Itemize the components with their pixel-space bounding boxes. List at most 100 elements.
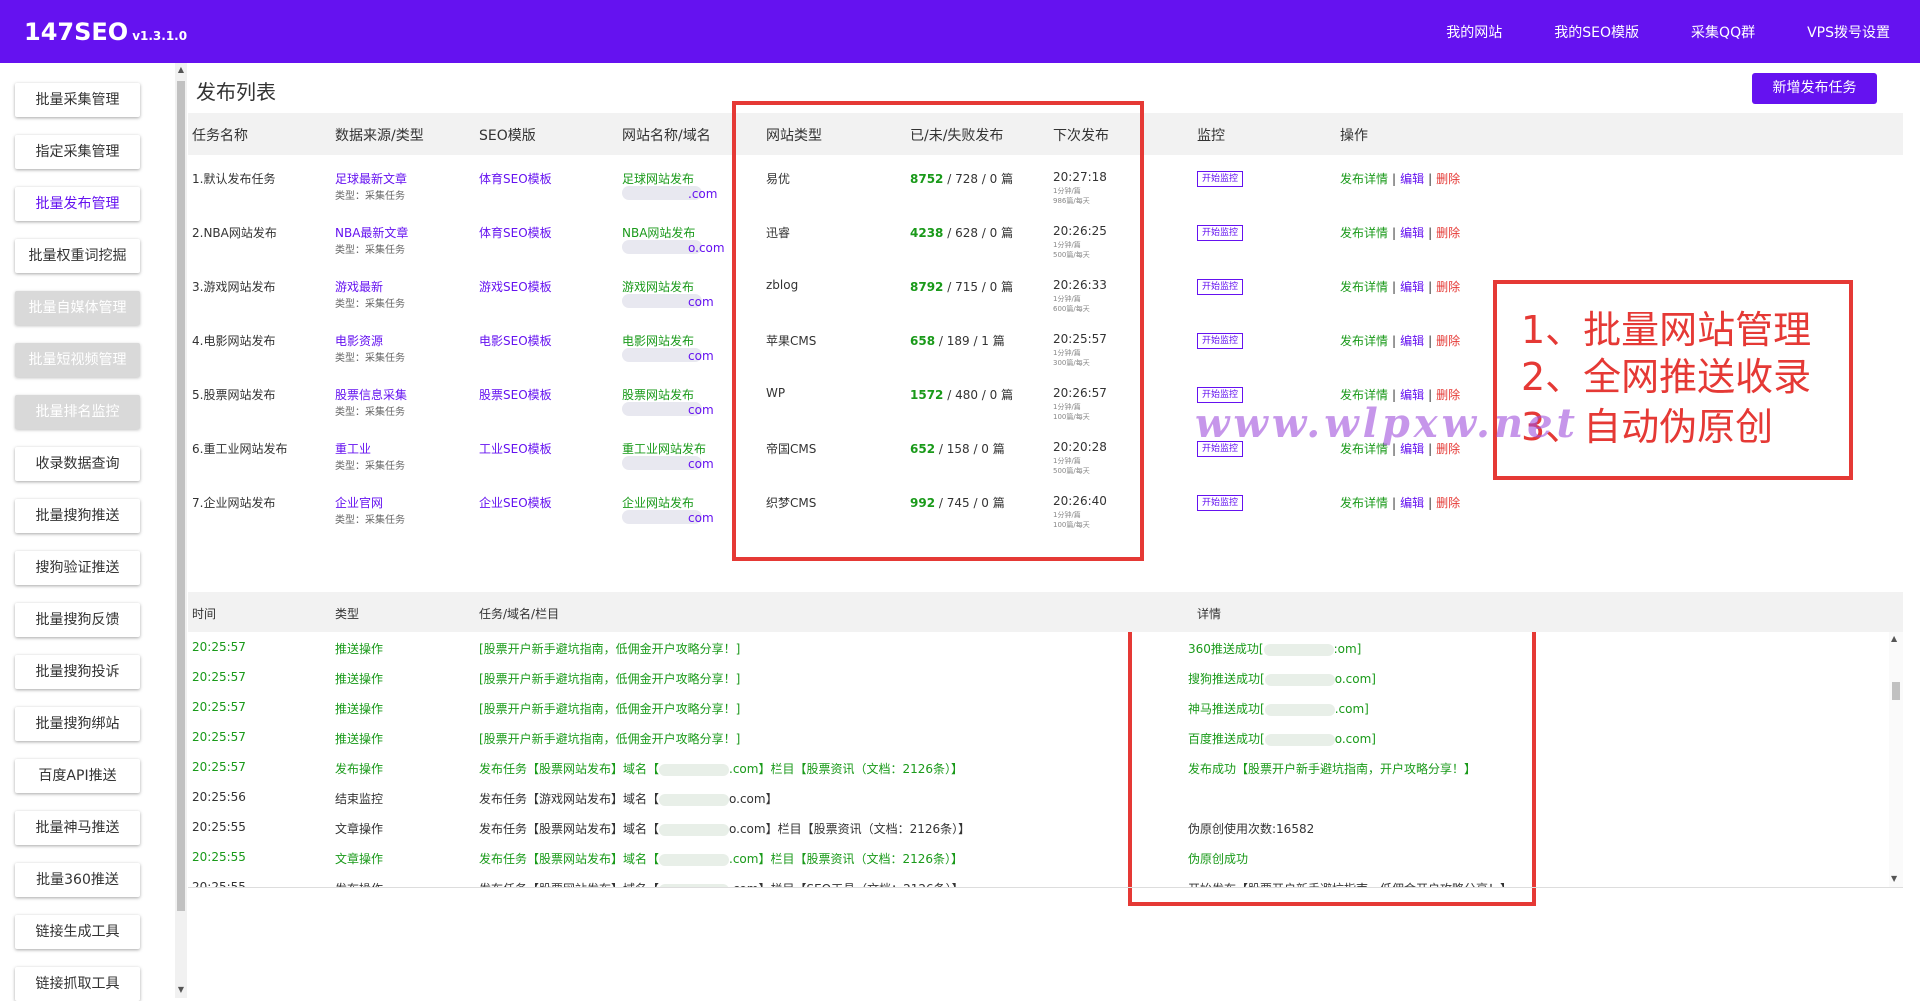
seo-template-link[interactable]: 体育SEO模板 xyxy=(479,224,552,241)
sidebar-item-10[interactable]: 批量搜狗反馈 xyxy=(15,603,140,637)
source-link[interactable]: 重工业 xyxy=(335,440,371,457)
source-link[interactable]: 电影资源 xyxy=(335,332,383,349)
col-actions: 操作 xyxy=(1340,128,1368,144)
sidebar-item-2[interactable]: 批量发布管理 xyxy=(15,187,140,221)
site-name-link[interactable]: 电影网站发布 xyxy=(622,332,694,349)
sidebar-item-15[interactable]: 批量360推送 xyxy=(15,863,140,897)
sidebar-item-8[interactable]: 批量搜狗推送 xyxy=(15,499,140,533)
sidebar-item-1[interactable]: 指定采集管理 xyxy=(15,135,140,169)
edit-link[interactable]: 编辑 xyxy=(1400,496,1424,510)
sidebar-item-6: 批量排名监控 xyxy=(15,395,140,429)
log-task-cell: 发布任务【股票网站发布】域名【 .com】栏目【股票资讯（文档：2126条）】 xyxy=(479,760,963,777)
log-scroll-up-icon[interactable]: ▲ xyxy=(1891,634,1897,643)
scroll-down-icon[interactable]: ▼ xyxy=(176,985,186,994)
nav-qq-group[interactable]: 采集QQ群 xyxy=(1691,22,1755,42)
site-domain[interactable]: com xyxy=(688,349,714,363)
log-time: 20:25:57 xyxy=(192,670,246,684)
edit-link[interactable]: 编辑 xyxy=(1400,334,1424,348)
feature-text-2: 2、全网推送收录 xyxy=(1521,355,1812,399)
source-type: 类型：采集任务 xyxy=(335,407,405,418)
sidebar-item-3[interactable]: 批量权重词挖掘 xyxy=(15,239,140,273)
sidebar-item-11[interactable]: 批量搜狗投诉 xyxy=(15,655,140,689)
seo-template-link[interactable]: 游戏SEO模板 xyxy=(479,278,552,295)
source-link[interactable]: NBA最新文章 xyxy=(335,224,408,241)
task-name: 5.股票网站发布 xyxy=(192,388,276,402)
log-task-suffix: .com】栏目【股票资讯（文档：2126条）】 xyxy=(729,852,963,866)
seo-template-link[interactable]: 企业SEO模板 xyxy=(479,494,552,511)
log-row: 20:25:55 发布操作 发布任务【股票网站发布】域名【.com】栏目【SEO工具… xyxy=(188,872,1888,887)
nav-my-sites[interactable]: 我的网站 xyxy=(1446,22,1502,42)
log-task-cell: 发布任务【股票网站发布】域名【 .com】栏目【股票资讯（文档：2126条）】 xyxy=(479,850,963,867)
separator: | xyxy=(1392,226,1397,240)
site-domain[interactable]: o.com xyxy=(688,241,725,255)
log-detail-suffix: o.com] xyxy=(1334,732,1376,746)
delete-link[interactable]: 删除 xyxy=(1436,334,1460,348)
log-task-cell: [股票开户新手避坑指南，低佣金开户攻略分享！] xyxy=(479,700,740,717)
sidebar-item-16[interactable]: 链接生成工具 xyxy=(15,915,140,949)
publish-detail-link[interactable]: 发布详情 xyxy=(1340,280,1388,294)
site-name-link[interactable]: 企业网站发布 xyxy=(622,494,694,511)
log-table-body: 20:25:57 推送操作 [股票开户新手避坑指南，低佣金开户攻略分享！] 360推送… xyxy=(188,632,1903,887)
log-scrollbar[interactable]: ▲ ▼ xyxy=(1889,632,1903,887)
app-name: 147SEO xyxy=(24,18,129,46)
sidebar-item-0[interactable]: 批量采集管理 xyxy=(15,83,140,117)
site-domain[interactable]: com xyxy=(688,295,714,309)
sidebar-item-7[interactable]: 收录数据查询 xyxy=(15,447,140,481)
sidebar-scrollbar[interactable]: ▲ ▼ xyxy=(175,63,187,998)
log-scroll-down-icon[interactable]: ▼ xyxy=(1891,874,1897,883)
publish-detail-link[interactable]: 发布详情 xyxy=(1340,334,1388,348)
delete-link[interactable]: 删除 xyxy=(1436,496,1460,510)
app-version: v1.3.1.0 xyxy=(132,29,188,43)
edit-link[interactable]: 编辑 xyxy=(1400,280,1424,294)
site-domain[interactable]: com xyxy=(688,511,714,525)
top-bar: 147SEO v1.3.1.0 我的网站 我的SEO模版 采集QQ群 VPS拨号设… xyxy=(0,0,1920,63)
site-name-link[interactable]: 游戏网站发布 xyxy=(622,278,694,295)
source-type: 类型：采集任务 xyxy=(335,461,405,472)
site-domain[interactable]: com xyxy=(688,403,714,417)
nav-my-seo-templates[interactable]: 我的SEO模版 xyxy=(1554,22,1639,42)
separator: | xyxy=(1392,172,1397,186)
sidebar-item-14[interactable]: 批量神马推送 xyxy=(15,811,140,845)
log-detail-suffix: o.com] xyxy=(1334,672,1376,686)
source-link[interactable]: 足球最新文章 xyxy=(335,170,407,187)
edit-link[interactable]: 编辑 xyxy=(1400,226,1424,240)
source-link[interactable]: 股票信息采集 xyxy=(335,386,407,403)
site-domain[interactable]: com xyxy=(688,457,714,471)
separator: | xyxy=(1392,334,1397,348)
delete-link[interactable]: 删除 xyxy=(1436,172,1460,186)
site-name-link[interactable]: 股票网站发布 xyxy=(622,386,694,403)
log-scrollbar-thumb[interactable] xyxy=(1892,682,1900,700)
edit-link[interactable]: 编辑 xyxy=(1400,172,1424,186)
site-name-link[interactable]: 足球网站发布 xyxy=(622,170,694,187)
sidebar-item-9[interactable]: 搜狗验证推送 xyxy=(15,551,140,585)
publish-detail-link[interactable]: 发布详情 xyxy=(1340,172,1388,186)
sidebar-item-13[interactable]: 百度API推送 xyxy=(15,759,140,793)
log-detail-cell: 伪原创使用次数:16582 xyxy=(1188,820,1314,837)
start-monitor-button[interactable]: 开始监控 xyxy=(1197,225,1244,241)
nav-vps-dial-settings[interactable]: VPS拨号设置 xyxy=(1807,22,1890,42)
source-link[interactable]: 企业官网 xyxy=(335,494,383,511)
site-name-link[interactable]: NBA网站发布 xyxy=(622,224,695,241)
source-link[interactable]: 游戏最新 xyxy=(335,278,383,295)
sidebar-item-12[interactable]: 批量搜狗绑站 xyxy=(15,707,140,741)
start-monitor-button[interactable]: 开始监控 xyxy=(1197,333,1244,349)
site-domain[interactable]: .com xyxy=(688,187,717,201)
seo-template-link[interactable]: 电影SEO模板 xyxy=(479,332,552,349)
publish-detail-link[interactable]: 发布详情 xyxy=(1340,496,1388,510)
new-publish-task-button[interactable]: 新增发布任务 xyxy=(1752,73,1877,104)
seo-template-link[interactable]: 工业SEO模板 xyxy=(479,440,552,457)
scrollbar-thumb[interactable] xyxy=(177,81,185,911)
seo-template-link[interactable]: 股票SEO模板 xyxy=(479,386,552,403)
site-name-link[interactable]: 重工业网站发布 xyxy=(622,440,706,457)
log-task-cell: 发布任务【股票网站发布】域名【 o.com】栏目【股票资讯（文档：2126条）】 xyxy=(479,820,970,837)
delete-link[interactable]: 删除 xyxy=(1436,280,1460,294)
start-monitor-button[interactable]: 开始监控 xyxy=(1197,495,1244,511)
start-monitor-button[interactable]: 开始监控 xyxy=(1197,171,1244,187)
log-row: 20:25:57 推送操作 [股票开户新手避坑指南，低佣金开户攻略分享！] 神马推送成… xyxy=(188,692,1888,722)
publish-detail-link[interactable]: 发布详情 xyxy=(1340,226,1388,240)
scroll-up-icon[interactable]: ▲ xyxy=(176,65,186,74)
seo-template-link[interactable]: 体育SEO模板 xyxy=(479,170,552,187)
start-monitor-button[interactable]: 开始监控 xyxy=(1197,279,1244,295)
delete-link[interactable]: 删除 xyxy=(1436,226,1460,240)
sidebar-item-17[interactable]: 链接抓取工具 xyxy=(15,967,140,1001)
